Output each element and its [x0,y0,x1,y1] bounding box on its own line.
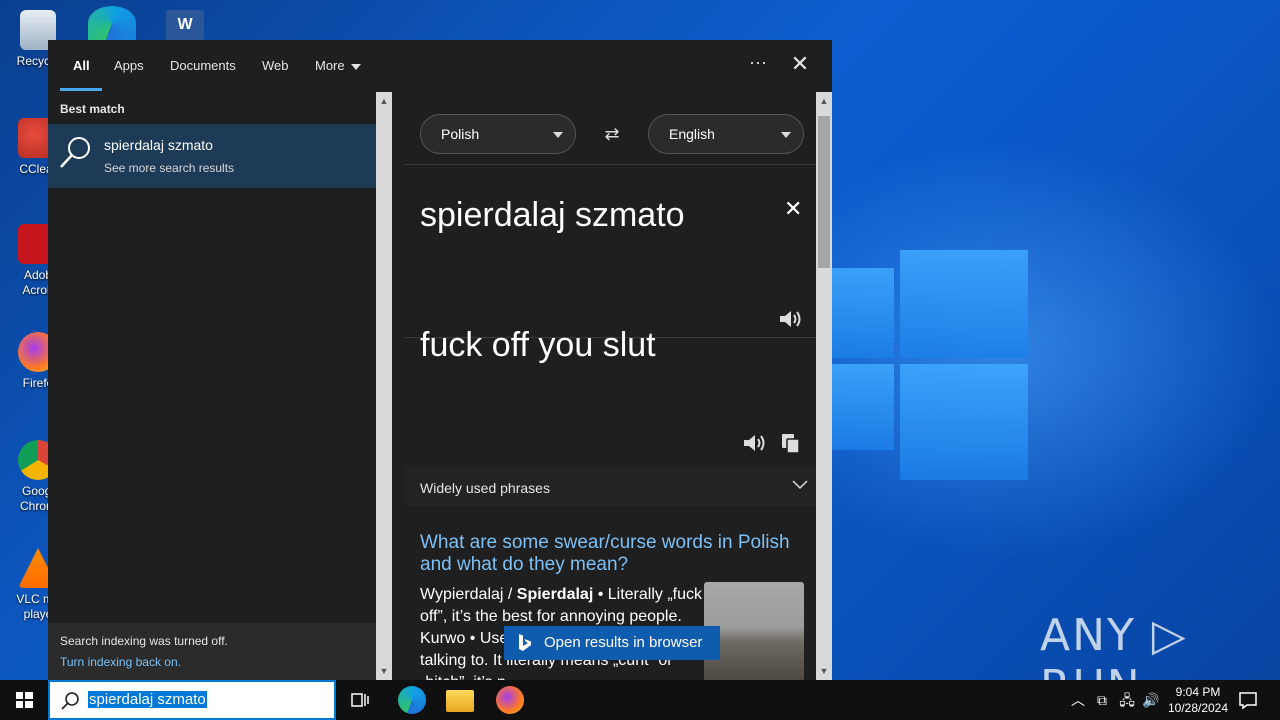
widely-used-phrases-expander[interactable]: Widely used phrases [404,466,816,506]
translator-pane: Polish ⇄ English spierdalaj szmato ✕ fuc… [392,92,816,680]
qa-answer-prefix: Wypierdalaj / [420,586,517,603]
tab-more-label: More [315,58,345,73]
speaker-icon[interactable] [778,308,802,330]
bing-icon [519,634,531,651]
indexing-footer: Search indexing was turned off. Turn ind… [48,623,376,680]
chevron-down-icon [781,132,791,138]
network-adapter-icon[interactable]: ⧉ [1092,680,1112,720]
chevron-down-icon [553,132,563,138]
active-tab-indicator [60,88,102,91]
edge-taskbar-icon[interactable] [398,686,426,714]
volume-icon[interactable]: 🔊 [1140,680,1162,720]
file-explorer-icon[interactable] [446,690,474,712]
divider [404,164,816,165]
target-language-value: English [669,126,715,142]
search-input[interactable]: spierdalaj szmato [88,691,207,708]
tab-web[interactable]: Web [262,58,289,73]
taskbar-search-box[interactable]: spierdalaj szmato [48,680,336,720]
firefox-taskbar-icon[interactable] [496,686,524,714]
clock[interactable]: 9:04 PM 10/28/2024 [1160,684,1236,716]
copy-icon[interactable] [780,432,802,454]
chevron-down-icon [792,480,808,490]
translator-scrollbar[interactable]: ▲ ▼ [816,92,832,680]
source-text[interactable]: spierdalaj szmato [420,196,685,235]
ellipsis-icon[interactable]: ··· [746,52,770,76]
qa-question-link[interactable]: What are some swear/curse words in Polis… [420,532,810,576]
best-match-subtitle: See more search results [104,161,235,175]
turn-indexing-on-link[interactable]: Turn indexing back on. [60,655,181,669]
windows-logo-wallpaper [830,240,1030,480]
swap-languages-icon[interactable]: ⇄ [600,124,624,144]
scroll-up-icon[interactable]: ▲ [376,94,392,108]
open-results-in-browser-button[interactable]: Open results in browser [504,626,720,660]
edge-desktop-icon[interactable] [88,6,136,40]
close-icon[interactable]: ✕ [788,52,812,76]
chevron-down-icon [350,63,361,70]
word-desktop-icon[interactable]: W [166,10,204,40]
network-icon[interactable]: 🖧 [1116,680,1138,720]
best-match-title: spierdalaj szmato [104,137,213,153]
source-language-select[interactable]: Polish [420,114,576,154]
translated-text: fuck off you slut [420,326,656,364]
indexing-message: Search indexing was turned off. [60,634,228,648]
anyrun-watermark: ANY ▷ RUN [1040,610,1188,680]
source-language-value: Polish [441,126,480,142]
scroll-down-icon[interactable]: ▼ [376,664,392,678]
best-match-result[interactable]: spierdalaj szmato See more search result… [48,124,376,188]
scroll-up-icon[interactable]: ▲ [816,94,832,108]
scrollbar-thumb[interactable] [818,116,830,268]
search-icon [61,692,79,710]
scroll-down-icon[interactable]: ▼ [816,664,832,678]
qa-answer-bold: Spierdalaj [516,586,594,603]
task-view-icon[interactable] [346,686,374,714]
clear-text-icon[interactable]: ✕ [784,196,802,222]
search-panel: All Apps Documents Web More ··· ✕ Best m… [48,40,832,680]
results-pane: Best match spierdalaj szmato See more se… [48,92,376,680]
search-icon [60,137,90,168]
tab-all[interactable]: All [73,58,90,73]
best-match-heading: Best match [60,102,125,116]
search-tabs: All Apps Documents Web More ··· ✕ [48,40,832,92]
clock-date: 10/28/2024 [1167,701,1229,715]
clock-time: 9:04 PM [1175,685,1221,699]
tab-more[interactable]: More [315,58,361,73]
windows-start-icon[interactable] [0,680,48,720]
speaker-icon[interactable] [742,432,766,454]
tab-apps[interactable]: Apps [114,58,144,73]
chevron-up-icon[interactable]: ︿ [1068,680,1088,720]
taskbar: spierdalaj szmato ︿ ⧉ 🖧 🔊 9:04 PM 10/28/… [0,680,1280,720]
phrases-label: Widely used phrases [420,480,550,496]
tab-documents[interactable]: Documents [170,58,236,73]
notification-icon[interactable] [1236,688,1260,712]
target-language-select[interactable]: English [648,114,804,154]
open-browser-label: Open results in browser [544,634,703,651]
results-scrollbar[interactable]: ▲ ▼ [376,92,392,680]
